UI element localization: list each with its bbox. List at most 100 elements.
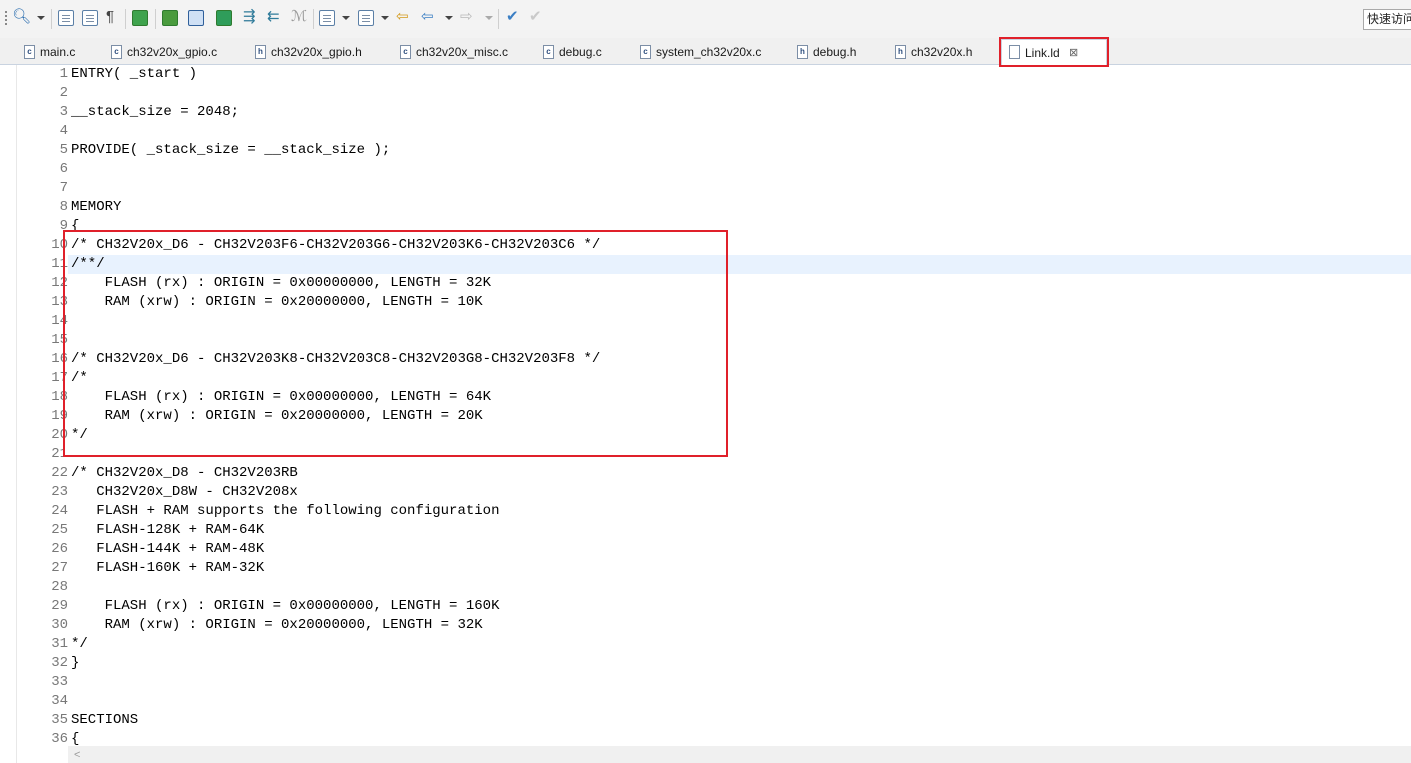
code-line: 3 __stack_size = 2048;	[0, 103, 1411, 122]
code-text: */	[71, 636, 88, 652]
c-file-icon: c	[111, 45, 122, 59]
code-line: 20 */	[0, 426, 1411, 445]
c-file-icon: c	[640, 45, 651, 59]
toolbar-separator	[155, 9, 156, 29]
back-icon[interactable]: ⇦	[421, 8, 434, 26]
line-number: 4	[59, 123, 68, 139]
toggle-breakpoint-icon[interactable]: ℳ	[291, 8, 307, 26]
line-number: 31	[51, 636, 68, 652]
line-number: 17	[51, 370, 68, 386]
tab-label: debug.c	[559, 45, 602, 59]
line-number: 24	[51, 503, 68, 519]
search-dropdown-icon[interactable]	[37, 16, 45, 20]
forward-icon[interactable]: ⇨	[460, 8, 473, 26]
code-line: 15	[0, 331, 1411, 350]
code-text: FLASH (rx) : ORIGIN = 0x00000000, LENGTH…	[71, 275, 492, 291]
code-text: PROVIDE( _stack_size = __stack_size );	[71, 142, 391, 158]
line-number: 14	[51, 313, 68, 329]
scroll-left-icon[interactable]: <	[74, 749, 80, 761]
previous-annotation-dropdown-icon[interactable]	[381, 16, 389, 20]
code-line: 29 FLASH (rx) : ORIGIN = 0x00000000, LEN…	[0, 597, 1411, 616]
link-editor-icon[interactable]: ✔︎	[529, 8, 542, 26]
h-file-icon: h	[797, 45, 808, 59]
run-icon[interactable]	[216, 10, 232, 26]
code-line: 7	[0, 179, 1411, 198]
c-file-icon: c	[400, 45, 411, 59]
code-line: 25 FLASH-128K + RAM-64K	[0, 521, 1411, 540]
line-number: 26	[51, 541, 68, 557]
code-line: 6	[0, 160, 1411, 179]
code-text: FLASH-144K + RAM-48K	[71, 541, 265, 557]
code-line: 4	[0, 122, 1411, 141]
back-dropdown-icon[interactable]	[445, 16, 453, 20]
search-icon[interactable]: 🔍︎	[12, 8, 31, 26]
code-line: 12 FLASH (rx) : ORIGIN = 0x00000000, LEN…	[0, 274, 1411, 293]
show-whitespace-icon[interactable]	[82, 10, 98, 26]
code-line: 11/**/	[0, 255, 1411, 274]
forward-dropdown-icon[interactable]	[485, 16, 493, 20]
toolbar-grip[interactable]	[5, 11, 7, 27]
code-text: }	[71, 655, 80, 671]
download-icon[interactable]	[162, 10, 178, 26]
tab-label: system_ch32v20x.c	[656, 45, 762, 59]
code-text: ENTRY( _start )	[71, 66, 198, 82]
next-annotation-dropdown-icon[interactable]	[342, 16, 350, 20]
line-number: 19	[51, 408, 68, 424]
code-line: 34	[0, 692, 1411, 711]
line-number: 1	[59, 66, 68, 82]
line-number: 16	[51, 351, 68, 367]
next-annotation-icon[interactable]	[319, 10, 335, 26]
quick-access-field[interactable]: 快速访问	[1363, 9, 1411, 30]
code-line: 24 FLASH + RAM supports the following co…	[0, 502, 1411, 521]
toggle-mark-occurrences-icon[interactable]	[58, 10, 74, 26]
pin-editor-icon[interactable]: ✔︎	[506, 8, 519, 26]
line-number: 11	[51, 256, 68, 272]
line-number: 10	[51, 237, 68, 253]
line-number: 20	[51, 427, 68, 443]
code-text: MEMORY	[71, 199, 122, 215]
line-number: 34	[51, 693, 68, 709]
code-text: RAM (xrw) : ORIGIN = 0x20000000, LENGTH …	[71, 294, 483, 310]
line-number: 5	[59, 142, 68, 158]
code-text: RAM (xrw) : ORIGIN = 0x20000000, LENGTH …	[71, 617, 483, 633]
step-into-icon[interactable]: ⇶	[243, 8, 256, 26]
code-text: {	[71, 218, 80, 234]
code-text: /**/	[71, 256, 105, 272]
last-edit-location-icon[interactable]: ⇦	[396, 8, 409, 26]
code-line: 28	[0, 578, 1411, 597]
code-text: FLASH-160K + RAM-32K	[71, 560, 265, 576]
tab-link-ld[interactable]: Link.ld ⊠	[1001, 39, 1107, 65]
code-line: 1 ENTRY( _start )	[0, 65, 1411, 84]
code-text: FLASH + RAM supports the following confi…	[71, 503, 500, 519]
line-number: 28	[51, 579, 68, 595]
toolbar-separator	[125, 9, 126, 29]
tab-label: main.c	[40, 45, 76, 59]
code-text: /*	[71, 370, 88, 386]
code-line: 23 CH32V20x_D8W - CH32V208x	[0, 483, 1411, 502]
main-toolbar: 🔍︎ ¶ ⇶ ⇇ ℳ ⇦ ⇦ ⇨ ✔︎ ✔︎ 快速访问	[0, 0, 1411, 39]
code-text: /* CH32V20x_D6 - CH32V203K8-CH32V203C8-C…	[71, 351, 601, 367]
code-text: SECTIONS	[71, 712, 139, 728]
code-editor[interactable]: 1 ENTRY( _start ) 2 3 __stack_size = 2048; 4 5…	[0, 65, 1411, 763]
code-text: RAM (xrw) : ORIGIN = 0x20000000, LENGTH …	[71, 408, 483, 424]
line-number: 21	[51, 446, 68, 462]
line-number: 9	[59, 218, 68, 234]
tab-label: ch32v20x_misc.c	[416, 45, 509, 59]
pilcrow-icon[interactable]: ¶	[106, 8, 114, 26]
tab-label: Link.ld	[1025, 46, 1060, 60]
toolbar-separator	[498, 9, 499, 29]
c-file-icon: c	[24, 45, 35, 59]
code-line: 5 PROVIDE( _stack_size = __stack_size );	[0, 141, 1411, 160]
line-number: 6	[59, 161, 68, 177]
close-tab-icon[interactable]: ⊠	[1069, 43, 1078, 63]
code-text: FLASH-128K + RAM-64K	[71, 522, 265, 538]
previous-annotation-icon[interactable]	[358, 10, 374, 26]
build-icon[interactable]	[132, 10, 148, 26]
line-number: 15	[51, 332, 68, 348]
tab-label: ch32v20x.h	[911, 45, 973, 59]
terminal-icon[interactable]	[188, 10, 204, 26]
c-file-icon: c	[543, 45, 554, 59]
code-line: 26 FLASH-144K + RAM-48K	[0, 540, 1411, 559]
horizontal-scrollbar[interactable]: <	[68, 746, 1411, 763]
step-over-icon[interactable]: ⇇	[267, 8, 280, 26]
